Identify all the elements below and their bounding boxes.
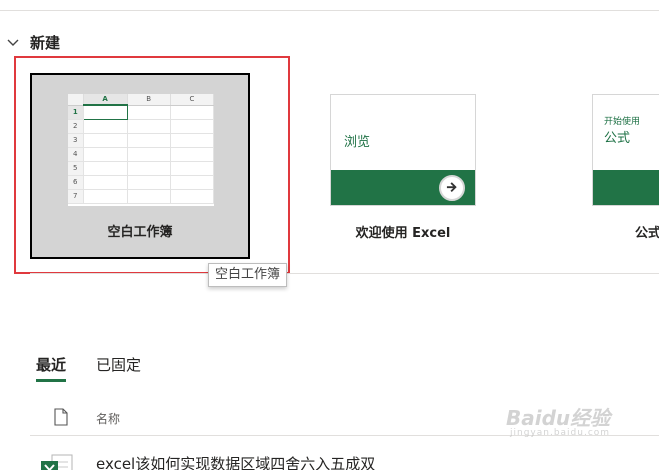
tab-pinned[interactable]: 已固定 — [96, 354, 141, 378]
formula-template-label: 公式 — [635, 226, 659, 241]
file-name: excel该如何实现数据区域四舍六入五成双 — [96, 455, 376, 470]
formula-big-text: 公式 — [604, 131, 631, 146]
welcome-template[interactable]: 浏览 — [330, 94, 476, 206]
sheet-row-header: 1 — [68, 105, 84, 120]
sheet-row-header: 5 — [68, 161, 84, 176]
formula-template[interactable]: 开始使用 公式 — [592, 94, 659, 206]
sheet-col-header: C — [170, 94, 214, 106]
formula-green-band — [593, 170, 659, 205]
file-list-row[interactable]: excel该如何实现数据区域四舍六入五成双 — [30, 445, 659, 470]
blank-workbook-preview: A B C 1 2 3 4 5 6 7 — [68, 94, 214, 206]
tooltip: 空白工作簿 — [208, 263, 288, 287]
sheet-row-header: 7 — [68, 189, 84, 204]
formula-small-text: 开始使用 — [604, 117, 641, 127]
new-section-toggle[interactable]: 新建 — [4, 32, 60, 52]
sheet-col-header: B — [127, 94, 171, 106]
sheet-col-header: A — [83, 94, 128, 106]
section-divider — [30, 273, 659, 274]
welcome-browse-text: 浏览 — [344, 135, 371, 150]
sheet-row-header: 4 — [68, 147, 84, 162]
blank-workbook-template[interactable]: A B C 1 2 3 4 5 6 7 空白工作簿 — [30, 73, 250, 259]
welcome-template-label: 欢迎使用 Excel — [355, 226, 451, 241]
sheet-row-header: 2 — [68, 119, 84, 134]
chevron-down-icon — [7, 39, 19, 46]
new-section-title: 新建 — [30, 33, 61, 52]
welcome-green-band — [331, 170, 475, 205]
arrow-right-icon — [439, 175, 465, 201]
sheet-row-header: 6 — [68, 175, 84, 190]
blank-workbook-label: 空白工作簿 — [107, 225, 173, 240]
sheet-corner — [68, 94, 84, 106]
tab-recent[interactable]: 最近 — [36, 354, 67, 382]
recent-pinned-tabs: 最近 已固定 — [36, 354, 141, 382]
top-divider — [0, 10, 659, 11]
sheet-row-header: 3 — [68, 133, 84, 148]
file-icon — [54, 408, 68, 426]
excel-file-icon — [41, 454, 73, 470]
column-header-name[interactable]: 名称 — [96, 410, 120, 427]
file-list-header: 名称 — [30, 404, 659, 436]
